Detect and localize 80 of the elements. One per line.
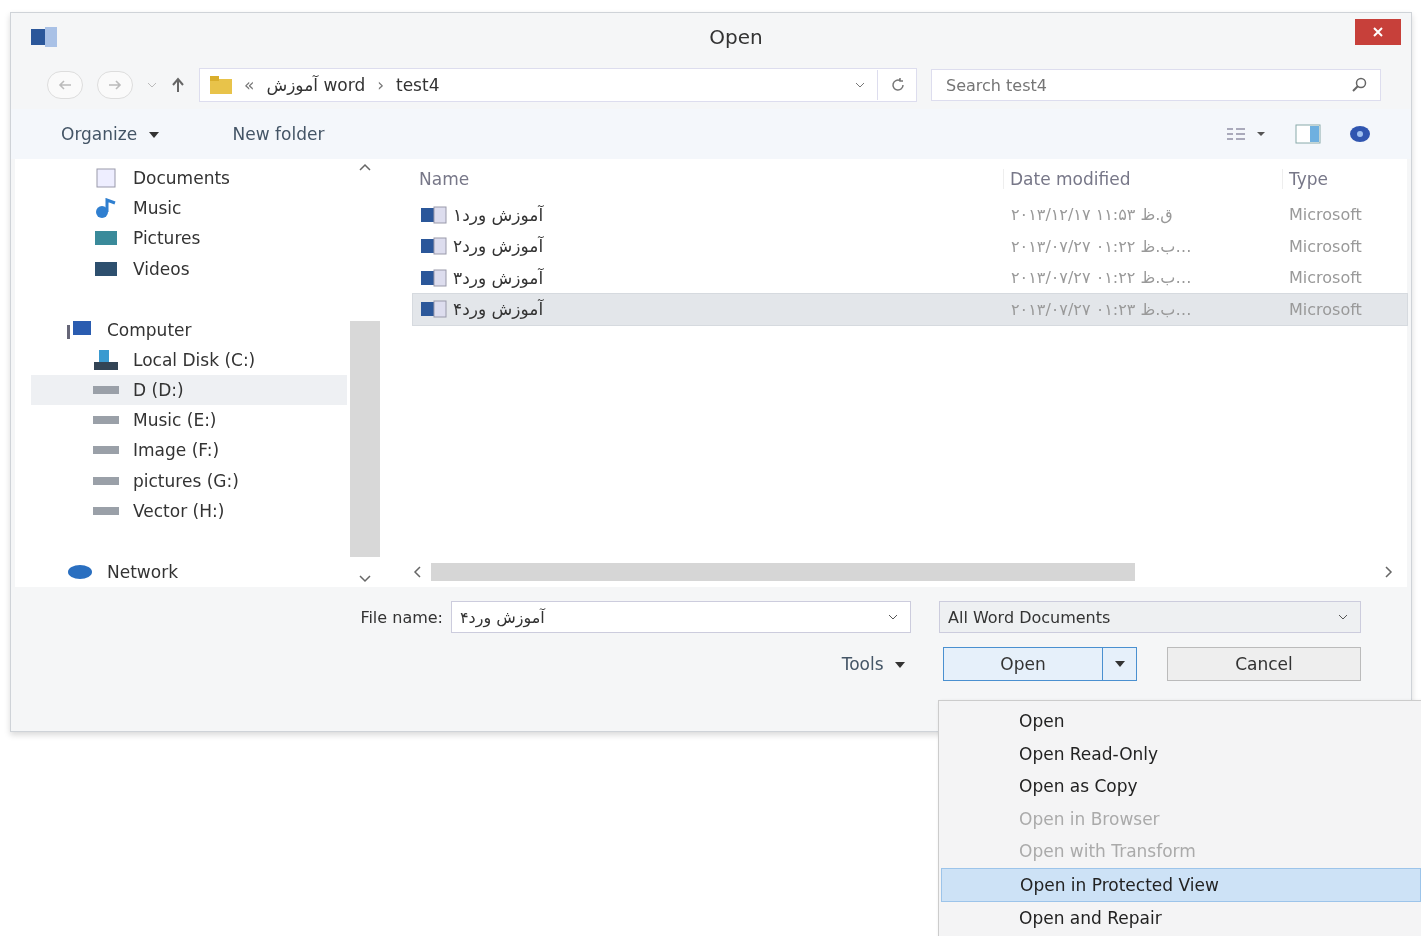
breadcrumb-separator[interactable]: › bbox=[377, 75, 384, 95]
column-header[interactable]: Date modified bbox=[1003, 169, 1282, 189]
refresh-icon[interactable] bbox=[890, 77, 906, 93]
scroll-down-icon[interactable] bbox=[359, 575, 371, 583]
sidebar-item[interactable]: Pictures bbox=[31, 223, 347, 254]
sidebar-item[interactable]: Network bbox=[31, 556, 347, 588]
caret-icon bbox=[148, 132, 159, 138]
overflow-chevron[interactable]: « bbox=[244, 75, 255, 95]
drive-icon bbox=[93, 506, 119, 515]
sidebar-item[interactable]: Videos bbox=[31, 253, 347, 284]
word-document-icon bbox=[421, 300, 447, 319]
chevron-down-icon bbox=[1338, 614, 1348, 620]
new-folder-button[interactable]: New folder bbox=[224, 120, 333, 148]
word-document-icon bbox=[421, 268, 447, 287]
search-field[interactable]: Search test4 bbox=[931, 69, 1381, 101]
forward-arrow-icon bbox=[107, 79, 123, 91]
up-arrow-icon[interactable] bbox=[171, 77, 185, 93]
sidebar-item[interactable]: Image (F:) bbox=[31, 435, 347, 466]
documents-icon bbox=[93, 168, 119, 189]
type-cell-text: Microsoft bbox=[1288, 268, 1363, 288]
sidebar-item[interactable]: Music bbox=[31, 193, 347, 224]
drive-icon bbox=[93, 386, 119, 395]
type-cell-text: Microsoft bbox=[1288, 236, 1363, 256]
organize-button[interactable]: Organize bbox=[53, 120, 167, 148]
drive-icon bbox=[93, 476, 119, 485]
drive-icon bbox=[93, 446, 119, 455]
file-name: آموزش ورد۳ bbox=[453, 267, 544, 288]
sidebar-item[interactable]: Computer bbox=[31, 314, 347, 345]
sidebar-item[interactable]: Documents bbox=[31, 163, 347, 194]
menu-item[interactable]: Open Read-Only bbox=[941, 737, 1421, 770]
file-name: آموزش ورد۱ bbox=[453, 204, 544, 225]
sidebar-item[interactable]: Vector (H:) bbox=[31, 495, 347, 526]
drive-icon bbox=[93, 416, 119, 425]
view-options-icon[interactable] bbox=[1227, 127, 1267, 141]
open-button[interactable]: Open bbox=[943, 647, 1103, 681]
caret-icon bbox=[895, 662, 905, 668]
caret-icon bbox=[1114, 661, 1125, 667]
close-button[interactable] bbox=[1355, 19, 1401, 45]
date-cell-text: ۲۰۱۳/۱۲/۱۷ ق.ظ ۱۱:۵۳ bbox=[1010, 205, 1174, 225]
word-document-icon bbox=[421, 237, 447, 256]
tools-button[interactable]: Tools bbox=[833, 650, 913, 678]
word-document-icon bbox=[421, 205, 447, 224]
column-header[interactable]: Name bbox=[413, 169, 1003, 189]
chevron-down-icon[interactable] bbox=[855, 82, 865, 88]
scroll-up-icon[interactable] bbox=[359, 163, 371, 171]
scroll-right-icon[interactable] bbox=[1385, 566, 1393, 578]
date-cell-text: ۲۰۱۳/۰۷/۲۷ ب.ظ ۰۱:۲۲… bbox=[1010, 268, 1193, 288]
file-type-dropdown[interactable]: All Word Documents bbox=[939, 601, 1361, 633]
menu-item[interactable]: Open and Repair bbox=[941, 902, 1421, 935]
computer-icon bbox=[67, 319, 93, 340]
scroll-left-icon[interactable] bbox=[413, 566, 421, 578]
file-name-field[interactable]: آموزش ورد۴ bbox=[451, 601, 911, 633]
column-header[interactable]: Type bbox=[1282, 169, 1407, 189]
menu-item[interactable]: Open bbox=[941, 705, 1421, 738]
back-arrow-icon bbox=[57, 79, 73, 91]
sidebar-item[interactable]: D (D:) bbox=[31, 375, 347, 406]
document-app-icon bbox=[31, 27, 57, 47]
sidebar-item[interactable]: Local Disk (C:) bbox=[31, 344, 347, 376]
menu-item[interactable]: Open in Protected View bbox=[941, 867, 1421, 902]
hard-disk-icon bbox=[93, 349, 119, 370]
search-icon bbox=[1351, 77, 1367, 93]
window-title: Open bbox=[709, 25, 763, 49]
menu-item[interactable]: Open as Copy bbox=[941, 770, 1421, 803]
chevron-down-icon bbox=[888, 614, 898, 620]
folder-icon bbox=[210, 76, 232, 94]
date-cell-text: ۲۰۱۳/۰۷/۲۷ ب.ظ ۰۱:۲۲… bbox=[1010, 236, 1193, 256]
open-options-button[interactable] bbox=[1103, 647, 1137, 681]
date-cell-text: ۲۰۱۳/۰۷/۲۷ ب.ظ ۰۱:۲۳… bbox=[1010, 299, 1193, 319]
file-name: آموزش ورد۲ bbox=[453, 236, 544, 257]
sidebar-item[interactable]: Music (E:) bbox=[31, 405, 347, 436]
breadcrumb-item[interactable]: آموزش word bbox=[266, 75, 366, 95]
sidebar-item[interactable]: pictures (G:) bbox=[31, 465, 347, 496]
preview-pane-icon[interactable] bbox=[1295, 124, 1321, 144]
file-name-label: File name: bbox=[360, 607, 443, 627]
close-icon bbox=[1371, 27, 1385, 37]
cancel-button[interactable]: Cancel bbox=[1167, 647, 1361, 681]
breadcrumb-item[interactable]: test4 bbox=[396, 75, 440, 95]
type-cell-text: Microsoft bbox=[1288, 205, 1363, 225]
type-cell-text: Microsoft bbox=[1288, 299, 1363, 319]
file-name: آموزش ورد۴ bbox=[453, 299, 544, 320]
